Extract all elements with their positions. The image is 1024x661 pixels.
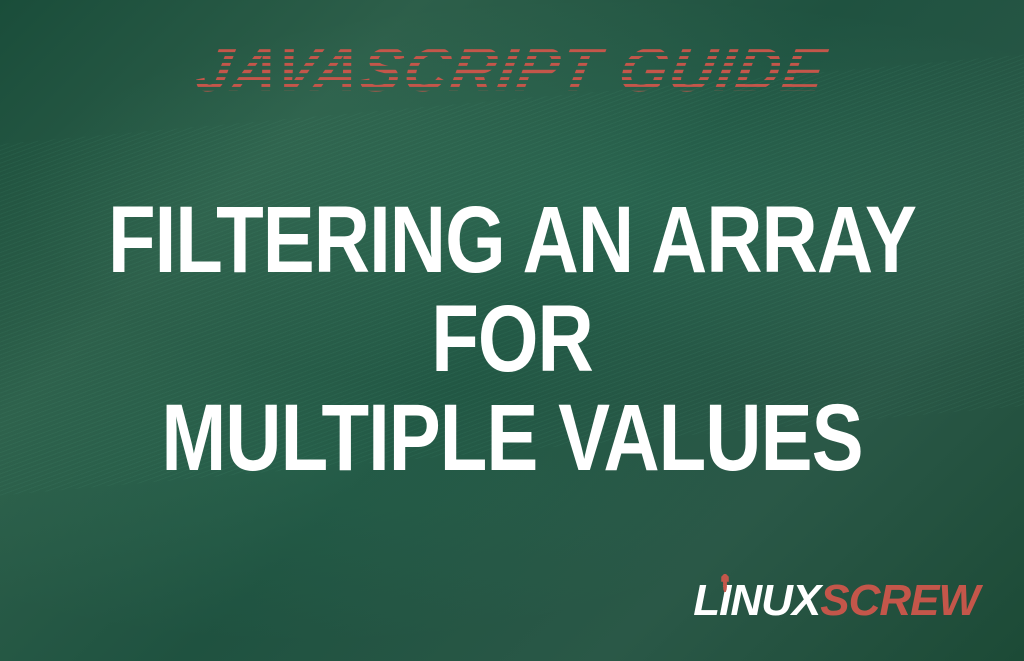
- title-line-1: FILTERING AN ARRAY FOR: [64, 192, 961, 390]
- screw-icon: [718, 574, 732, 592]
- category-subtitle: JAVASCRIPT GUIDE: [191, 35, 833, 106]
- logo-text-linux: LINUX: [693, 576, 820, 626]
- logo-text-screw: SCREW: [820, 576, 979, 626]
- site-logo: LINUX SCREW: [693, 576, 979, 626]
- article-title: FILTERING AN ARRAY FOR MULTIPLE VALUES: [64, 192, 961, 489]
- article-banner: JAVASCRIPT GUIDE FILTERING AN ARRAY FOR …: [0, 0, 1024, 661]
- title-line-2: MULTIPLE VALUES: [64, 390, 961, 489]
